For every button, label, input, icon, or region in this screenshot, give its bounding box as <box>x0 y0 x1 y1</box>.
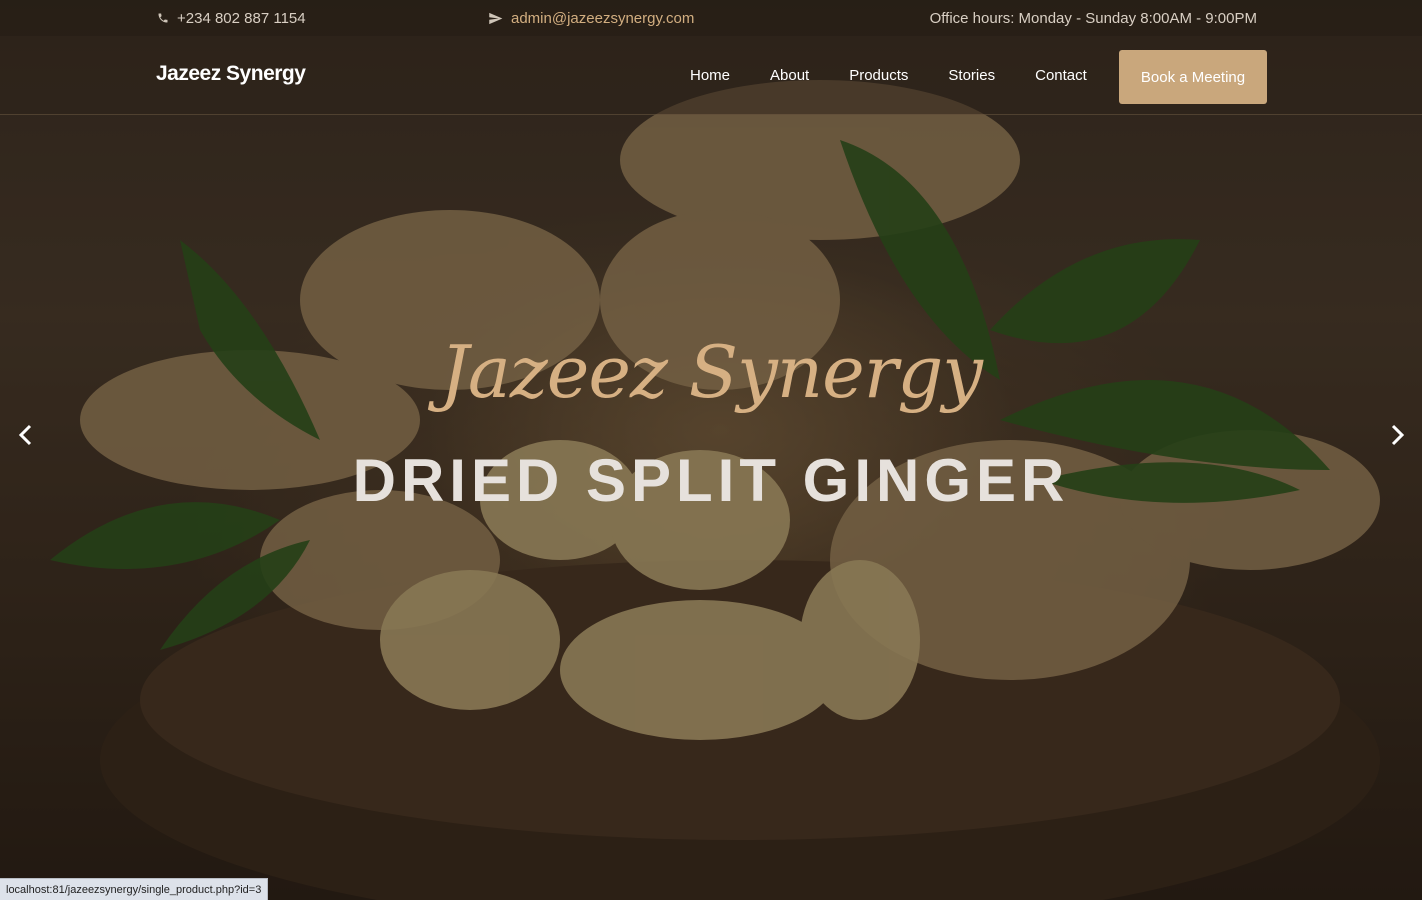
carousel-prev-button[interactable] <box>13 424 39 450</box>
contact-email[interactable]: admin@jazeezsynergy.com <box>488 0 694 36</box>
phone-number: +234 802 887 1154 <box>177 9 306 27</box>
carousel-next-button[interactable] <box>1384 424 1410 450</box>
email-address: admin@jazeezsynergy.com <box>511 9 695 27</box>
book-meeting-button[interactable]: Book a Meeting <box>1119 50 1267 104</box>
chevron-right-icon <box>1389 424 1405 451</box>
nav-links: Home About Products Stories Contact <box>690 36 1107 114</box>
nav-products[interactable]: Products <box>829 36 928 114</box>
contact-phone[interactable]: +234 802 887 1154 <box>157 0 306 36</box>
nav-contact[interactable]: Contact <box>1015 36 1107 114</box>
browser-status-url: localhost:81/jazeezsynergy/single_produc… <box>0 878 269 900</box>
hero-script-title: Jazeez Synergy <box>440 330 983 414</box>
nav-about[interactable]: About <box>750 36 829 114</box>
chevron-left-icon <box>18 424 34 451</box>
nav-stories[interactable]: Stories <box>928 36 1015 114</box>
office-hours-text: Office hours: Monday - Sunday 8:00AM - 9… <box>929 9 1257 27</box>
phone-icon <box>157 12 169 24</box>
paper-plane-icon <box>488 11 503 26</box>
main-navbar: Jazeez Synergy Home About Products Stori… <box>0 36 1422 115</box>
top-info-bar: +234 802 887 1154 admin@jazeezsynergy.co… <box>0 0 1422 36</box>
office-hours: Office hours: Monday - Sunday 8:00AM - 9… <box>930 0 1257 36</box>
nav-home[interactable]: Home <box>690 36 750 114</box>
hero-title: DRIED SPLIT GINGER <box>352 447 1070 514</box>
brand-logo[interactable]: Jazeez Synergy <box>156 62 306 86</box>
